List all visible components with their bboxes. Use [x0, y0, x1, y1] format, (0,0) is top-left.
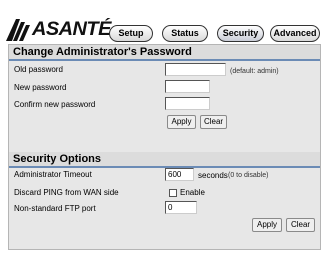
- tab-status[interactable]: Status: [162, 25, 208, 42]
- admin-password-clear-button[interactable]: Clear: [200, 115, 227, 129]
- old-password-field[interactable]: [165, 63, 226, 76]
- discard-ping-label: Discard PING from WAN side: [14, 188, 119, 197]
- new-password-label: New password: [14, 83, 67, 92]
- admin-timeout-field[interactable]: 600: [165, 168, 194, 181]
- security-panel: Change Administrator's Password Old pass…: [8, 44, 321, 250]
- admin-timeout-hint: (0 to disable): [228, 172, 269, 179]
- asante-logo: ASANTÉ: [6, 18, 111, 42]
- security-options-clear-button[interactable]: Clear: [286, 218, 315, 232]
- discard-ping-enable-label: Enable: [180, 188, 205, 197]
- tab-setup[interactable]: Setup: [109, 25, 153, 42]
- security-options-title: Security Options: [9, 152, 320, 166]
- old-password-label: Old password: [14, 65, 63, 74]
- admin-timeout-label: Administrator Timeout: [14, 170, 92, 179]
- confirm-password-label: Confirm new password: [14, 100, 96, 109]
- new-password-field[interactable]: [165, 80, 210, 93]
- admin-password-divider: [9, 59, 320, 61]
- confirm-password-field[interactable]: [165, 97, 210, 110]
- header: ASANTÉ Setup Status Security Advanced: [0, 0, 325, 44]
- admin-password-apply-button[interactable]: Apply: [167, 115, 196, 129]
- security-options-apply-button[interactable]: Apply: [252, 218, 282, 232]
- ftp-port-field[interactable]: 0: [165, 201, 197, 214]
- old-password-hint: (default: admin): [230, 68, 279, 75]
- discard-ping-checkbox[interactable]: [169, 189, 177, 197]
- admin-timeout-suffix: seconds: [198, 171, 228, 180]
- asante-logo-text: ASANTÉ: [32, 19, 111, 40]
- asante-logo-mark-icon: [6, 19, 30, 41]
- tab-advanced[interactable]: Advanced: [270, 25, 320, 42]
- tab-security[interactable]: Security: [217, 25, 264, 42]
- ftp-port-label: Non-standard FTP port: [14, 204, 96, 213]
- admin-password-title: Change Administrator's Password: [9, 45, 320, 59]
